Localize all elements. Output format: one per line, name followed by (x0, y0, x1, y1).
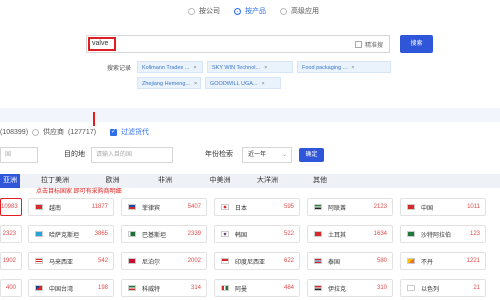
country-card[interactable]: 以色列 21 (400, 279, 486, 297)
country-card[interactable]: 巴基斯坦 2339 (121, 225, 207, 243)
tab-asia[interactable]: 亚洲 (0, 174, 20, 188)
buyer-count: (108399) (0, 128, 29, 136)
country-card[interactable]: 哈萨克斯坦 3865 (28, 225, 114, 243)
country-card[interactable]: 阿联酋 2123 (307, 198, 393, 216)
country-card[interactable]: 2323 (0, 225, 22, 243)
radio-dot-icon (280, 7, 287, 15)
search-input[interactable]: valve 精准搜 (86, 35, 390, 53)
radio-dot-icon (188, 7, 195, 15)
supplier-radio-icon[interactable] (32, 128, 40, 136)
country-card[interactable]: 伊拉克 310 (307, 279, 393, 297)
country-card[interactable]: 1902 (0, 252, 22, 270)
country-card[interactable]: 阿曼 484 (214, 279, 300, 297)
flag-icon (128, 204, 136, 210)
history-chip[interactable]: Food packaging ... × (297, 61, 391, 73)
country-card[interactable]: 尼泊尔 2002 (121, 252, 207, 270)
country-card[interactable]: 土耳其 1634 (307, 225, 393, 243)
flag-icon (221, 204, 229, 210)
flag-icon (221, 285, 229, 291)
flag-icon (35, 258, 43, 264)
close-icon[interactable]: × (193, 62, 196, 72)
history-chip[interactable]: Kollmann Trades ... × (137, 61, 203, 73)
history-chip[interactable]: SKY WIN Technol... × (207, 61, 293, 73)
radio-by-company[interactable]: 按公司 (188, 6, 220, 16)
checkbox-checked-icon[interactable]: ✓ (110, 128, 118, 136)
radio-by-product[interactable]: 按产品 (234, 6, 266, 16)
history-chip[interactable]: Zhejiang Hemeng... × (137, 77, 201, 89)
country-card[interactable]: 400 (0, 279, 22, 297)
year-label: 年份检索 (205, 151, 233, 158)
search-panel: 按公司 按产品 高级应用 valve 精准搜 搜索 搜索记录 Kollmann … (0, 0, 500, 110)
flag-icon (314, 231, 322, 237)
flag-icon (128, 231, 136, 237)
flag-icon (407, 285, 415, 291)
flag-icon (221, 231, 229, 237)
confirm-button[interactable]: 确定 (299, 148, 324, 162)
search-history-label: 搜索记录 (107, 66, 132, 72)
country-card[interactable]: 马来西亚 542 (28, 252, 114, 270)
flag-icon (35, 231, 43, 237)
country-card[interactable]: 不丹 1221 (400, 252, 486, 270)
flag-icon (314, 204, 322, 210)
flag-icon (407, 258, 415, 264)
country-card[interactable]: 沙特阿拉伯 123 (400, 225, 486, 243)
instruction-hint: 点击目标国家 即可有采购商明细 (36, 189, 122, 195)
chevron-down-icon: ⌄ (281, 152, 287, 158)
year-select[interactable]: 近一年 ⌄ (242, 147, 292, 163)
country-card[interactable]: 10983 (0, 198, 22, 216)
flag-icon (314, 285, 322, 291)
flag-icon (128, 285, 136, 291)
search-history-list: Kollmann Trades ... × SKY WIN Technol... ×… (137, 61, 397, 89)
radio-advanced[interactable]: 高级应用 (280, 6, 319, 16)
country-card[interactable]: 印度尼西亚 622 (214, 252, 300, 270)
country-card[interactable]: 科威特 314 (121, 279, 207, 297)
origin-country-input[interactable]: 国 (0, 147, 38, 163)
destination-input[interactable]: 请输入目的国 (91, 147, 173, 163)
radio-dot-icon (234, 7, 241, 15)
tab-central-america[interactable]: 中美洲 (195, 174, 245, 188)
country-card[interactable]: 中国台湾 198 (28, 279, 114, 297)
close-icon[interactable]: × (264, 62, 267, 72)
supplier-count: (127717) (68, 128, 97, 136)
country-card[interactable]: 泰国 580 (307, 252, 393, 270)
country-card[interactable]: 越南 11877 (28, 198, 114, 216)
country-card[interactable]: 菲律宾 5407 (121, 198, 207, 216)
close-icon[interactable]: × (261, 78, 264, 88)
tab-oceania[interactable]: 大洋洲 (245, 174, 290, 188)
flag-icon (35, 285, 43, 291)
result-counts: (108399) 供应商 (127717) ✓ 过滤货代 (0, 127, 149, 137)
precise-search-checkbox[interactable]: 精准搜 (354, 40, 383, 49)
tab-africa[interactable]: 非洲 (135, 174, 195, 188)
country-card[interactable]: 日本 595 (214, 198, 300, 216)
checkbox-icon (354, 41, 362, 48)
history-chip[interactable]: GOODWILL UGA... × (205, 77, 281, 89)
search-keyword[interactable]: valve (88, 37, 116, 51)
supplier-label[interactable]: 供应商 (43, 127, 64, 137)
filter-row: 国 目的地 请输入目的国 年份检索 近一年 ⌄ 确定 (0, 147, 500, 163)
divider-band (0, 108, 500, 122)
flag-icon (221, 258, 229, 264)
annotation-arrow (93, 112, 95, 126)
close-icon[interactable]: × (194, 78, 197, 88)
flag-icon (407, 231, 415, 237)
flag-icon (128, 258, 136, 264)
filter-forwarder-label[interactable]: 过滤货代 (121, 127, 149, 137)
tab-other[interactable]: 其他 (290, 174, 350, 188)
search-button[interactable]: 搜索 (400, 35, 433, 53)
search-mode-group: 按公司 按产品 高级应用 (188, 6, 319, 16)
destination-label: 目的地 (64, 151, 85, 158)
country-card[interactable]: 韩国 522 (214, 225, 300, 243)
flag-icon (314, 258, 322, 264)
country-card[interactable]: 中国 1011 (400, 198, 486, 216)
flag-icon (407, 204, 415, 210)
flag-icon (35, 204, 43, 210)
close-icon[interactable]: × (351, 62, 354, 72)
